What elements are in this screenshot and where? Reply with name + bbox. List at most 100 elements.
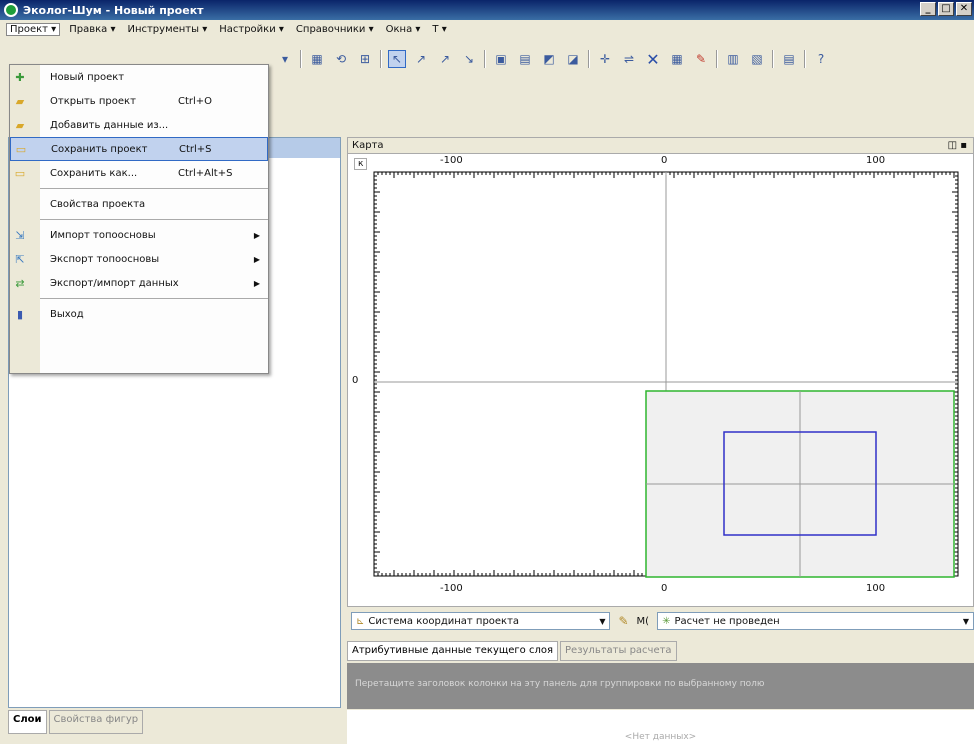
menu-item-9[interactable]: ▮ Выход [10, 302, 268, 326]
align-icon[interactable]: ⇌ [620, 50, 638, 68]
menu-item-label: Выход [50, 308, 84, 320]
move-icon[interactable]: ✛ [596, 50, 614, 68]
menu-item-5[interactable]: Свойства проекта [10, 192, 268, 216]
left-tabs: Слои Свойства фигур [8, 710, 144, 734]
menu-tools[interactable]: Инструменты ▾ [124, 24, 210, 35]
menu-project[interactable]: Проект ▾ [6, 22, 61, 36]
project-menu-dropdown: ✚ Новый проект ▰ Открыть проект Ctrl+O ▰ Добав… [9, 64, 269, 374]
layer-copy-icon[interactable]: ▣ [492, 50, 510, 68]
menu-settings[interactable]: Настройки ▾ [216, 24, 287, 35]
measure-icon[interactable]: ⊞ [356, 50, 374, 68]
toolbar-separator [300, 50, 302, 68]
layer-front-icon[interactable]: ◩ [540, 50, 558, 68]
menu-bar: Проект ▾ Правка ▾ Инструменты ▾ Настройк… [0, 20, 974, 38]
bottom-tick-label: 100 [866, 583, 886, 594]
menu-t[interactable]: Т ▾ [429, 24, 449, 35]
submenu-arrow-icon: ▶ [253, 230, 260, 240]
toolbar-separator [772, 50, 774, 68]
tool-dropdown-icon[interactable]: ▾ [276, 50, 294, 68]
chart-icon[interactable]: ▥ [724, 50, 742, 68]
bottom-tick-label: -100 [440, 583, 463, 594]
app-icon [4, 3, 18, 17]
group-by-panel[interactable]: Перетащите заголовок колонки на эту пане… [347, 663, 974, 709]
maximize-button[interactable]: □ [938, 2, 954, 16]
toolbar-separator [716, 50, 718, 68]
menu-item-0[interactable]: ✚ Новый проект [10, 65, 268, 89]
bottom-tabs: Атрибутивные данные текущего слоя Резуль… [347, 641, 677, 661]
bottom-tick-label: 0 [661, 583, 668, 594]
menu-item-label: Свойства проекта [50, 198, 146, 210]
ruler-tool-icon[interactable]: ✎ [618, 614, 628, 628]
pointer-tool-icon[interactable]: ↖ [388, 50, 406, 68]
node-add-icon[interactable]: ↗ [436, 50, 454, 68]
menu-item-shortcut: Ctrl+S [179, 143, 212, 155]
toolbar-separator [484, 50, 486, 68]
open-folder-icon: ▰ [15, 94, 25, 108]
tab-calc-results[interactable]: Результаты расчета [560, 641, 677, 661]
window-title: Эколог-Шум - Новый проект [23, 3, 204, 17]
tab-attribute-data[interactable]: Атрибутивные данные текущего слоя [347, 641, 559, 661]
top-tick-label: 0 [661, 155, 668, 166]
tab-shape-properties[interactable]: Свойства фигур [48, 710, 144, 734]
menu-edit[interactable]: Правка ▾ [66, 24, 118, 35]
new-project-icon: ✚ [15, 70, 25, 84]
menu-item-1[interactable]: ▰ Открыть проект Ctrl+O [10, 89, 268, 113]
toolbar-separator [380, 50, 382, 68]
link-icon[interactable]: ↘ [460, 50, 478, 68]
menu-item-label: Экспорт топоосновы [50, 253, 160, 265]
select-area-icon[interactable]: ▦ [308, 50, 326, 68]
node-tool-icon[interactable]: ↗ [412, 50, 430, 68]
menu-item-4[interactable]: ▭ Сохранить как... Ctrl+Alt+S [10, 161, 268, 185]
map-canvas[interactable] [348, 154, 973, 606]
menu-windows[interactable]: Окна ▾ [383, 24, 424, 35]
save-as-icon: ▭ [14, 166, 26, 180]
figure-icon[interactable]: ✎ [692, 50, 710, 68]
menu-item-3[interactable]: ▭ Сохранить проект Ctrl+S [10, 137, 268, 161]
exit-icon: ▮ [16, 307, 24, 321]
empty-icon [10, 192, 30, 216]
map-header: Карта ◫ ▪ [348, 138, 973, 154]
calc-icon[interactable]: ▧ [748, 50, 766, 68]
help-icon[interactable]: ? [812, 50, 830, 68]
coord-system-icon: ⊾ [356, 615, 365, 627]
menu-separator [40, 298, 268, 299]
menu-item-label: Сохранить проект [51, 143, 148, 155]
export-icon: ⇱ [15, 252, 25, 266]
tab-layers[interactable]: Слои [8, 710, 47, 734]
map-title: Карта [352, 140, 384, 151]
map-status-row: ⊾ Система координат проекта ▼ ✎ М( ✳ Рас… [347, 609, 974, 633]
rotate-icon[interactable]: ⟲ [332, 50, 350, 68]
top-tick-label: 100 [866, 155, 886, 166]
menu-item-8[interactable]: ⇄ Экспорт/импорт данных ▶ [10, 271, 268, 295]
zoom-label[interactable]: М( [637, 616, 650, 627]
menu-item-label: Новый проект [50, 71, 125, 83]
delete-icon[interactable]: ✕ [644, 50, 662, 69]
layer-back-icon[interactable]: ◪ [564, 50, 582, 68]
menu-item-2[interactable]: ▰ Добавить данные из... [10, 113, 268, 137]
menu-item-7[interactable]: ⇱ Экспорт топоосновы ▶ [10, 247, 268, 271]
submenu-arrow-icon: ▶ [253, 254, 260, 264]
report-icon[interactable]: ▤ [780, 50, 798, 68]
calc-status-label: Расчет не проведен [674, 615, 780, 627]
chevron-down-icon: ▼ [962, 616, 969, 626]
menu-item-label: Импорт топоосновы [50, 229, 156, 241]
grid-icon[interactable]: ▦ [668, 50, 686, 68]
layer-paste-icon[interactable]: ▤ [516, 50, 534, 68]
menu-item-label: Экспорт/импорт данных [50, 277, 179, 289]
menu-references[interactable]: Справочники ▾ [293, 24, 377, 35]
menu-separator [40, 188, 268, 189]
exchange-icon: ⇄ [15, 276, 25, 290]
menu-item-shortcut: Ctrl+O [178, 95, 213, 107]
close-button[interactable]: ✕ [956, 2, 972, 16]
chevron-down-icon: ▼ [599, 616, 606, 626]
calc-status-icon: ✳ [662, 615, 671, 627]
menu-item-6[interactable]: ⇲ Импорт топоосновы ▶ [10, 223, 268, 247]
minimize-button[interactable]: _ [920, 2, 936, 16]
calc-status-select[interactable]: ✳ Расчет не проведен ▼ [657, 612, 974, 630]
pin-icon[interactable]: ◫ ▪ [948, 140, 967, 151]
import-icon: ⇲ [15, 228, 25, 242]
coord-system-select[interactable]: ⊾ Система координат проекта ▼ [351, 612, 611, 630]
submenu-arrow-icon: ▶ [253, 278, 260, 288]
top-tick-label: -100 [440, 155, 463, 166]
no-data-label: <Нет данных> [347, 710, 974, 744]
